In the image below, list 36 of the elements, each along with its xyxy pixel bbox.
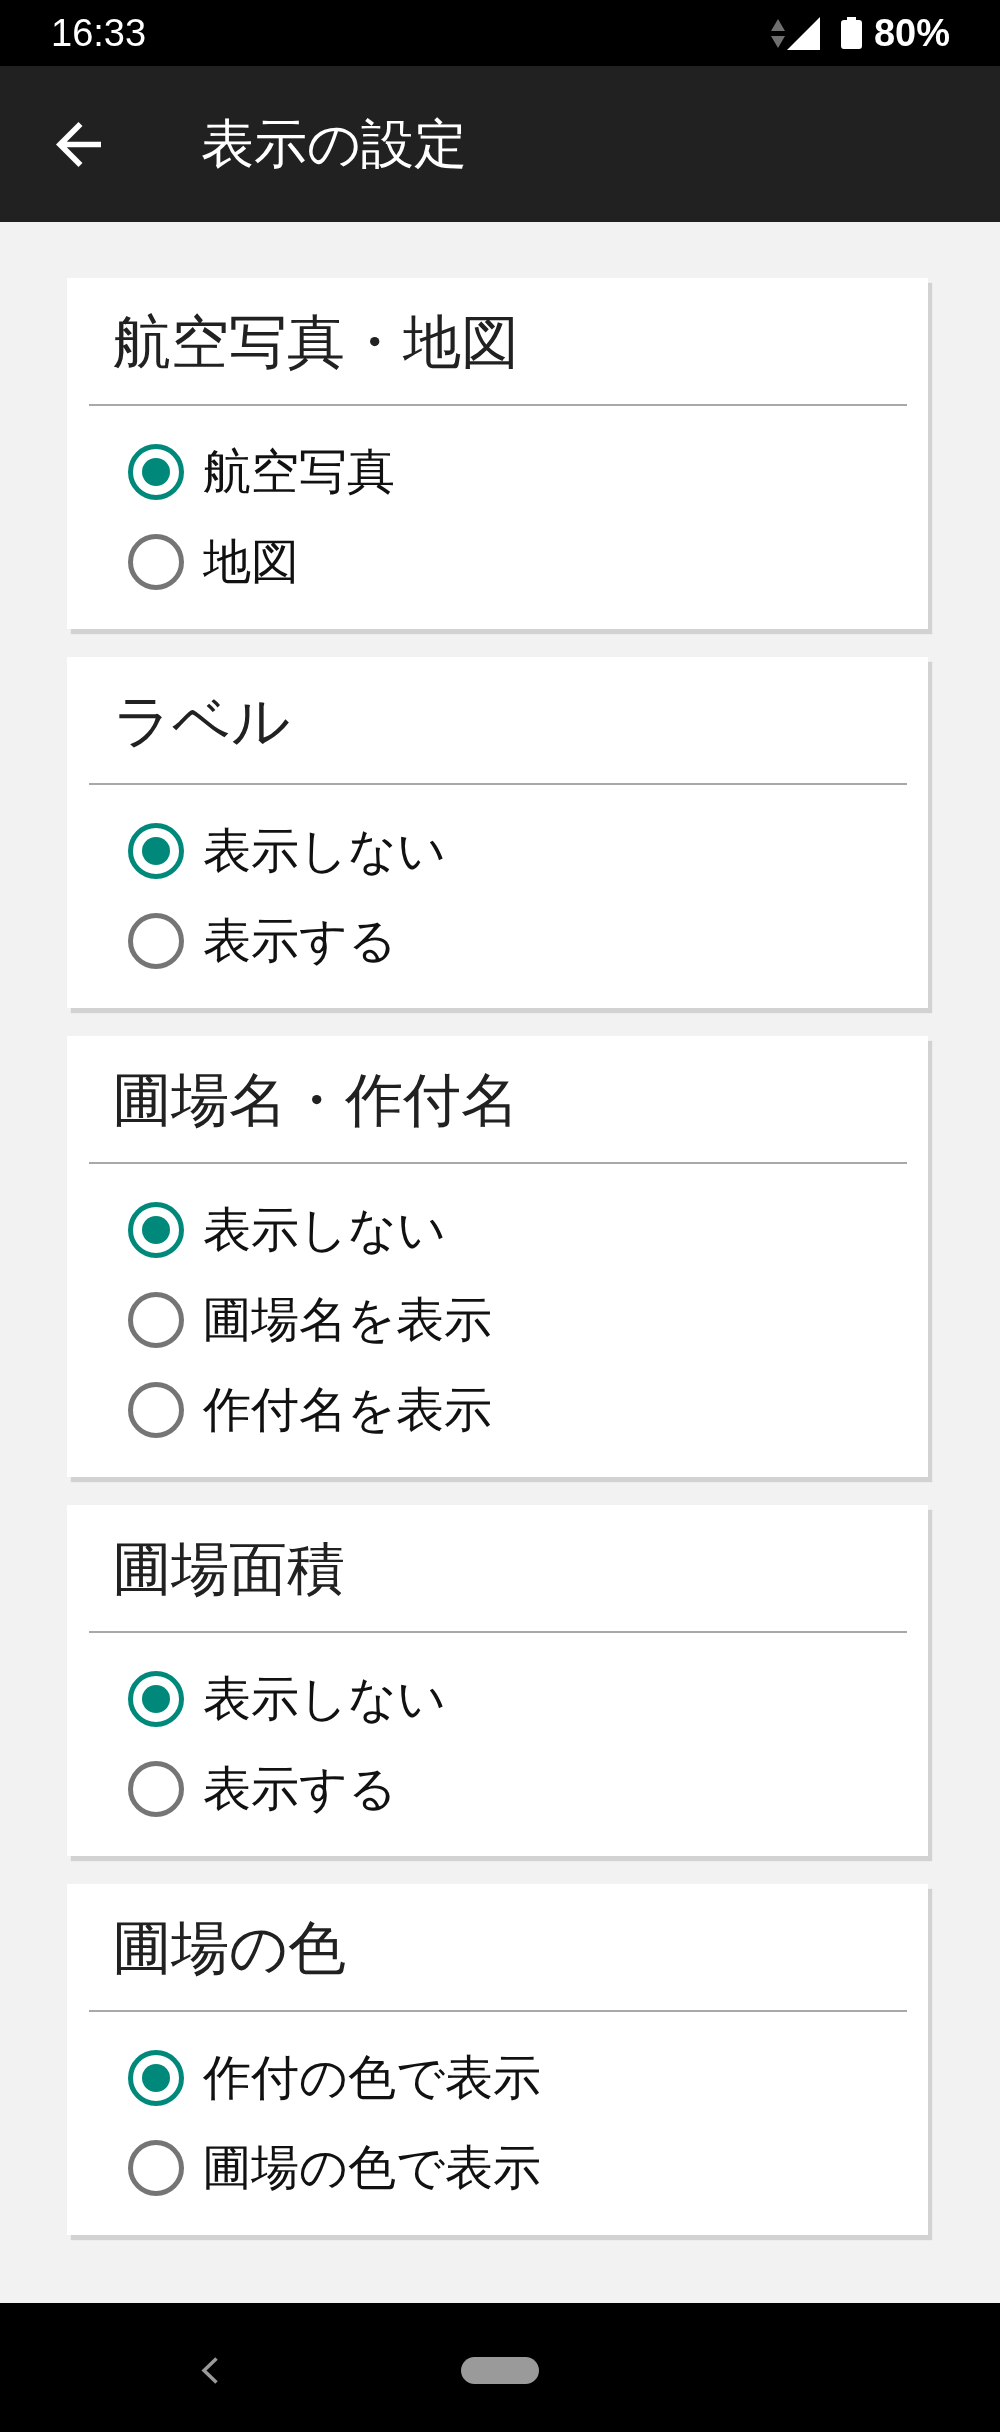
back-arrow-icon[interactable] <box>56 121 101 167</box>
radio-button[interactable] <box>128 1671 184 1727</box>
battery-percent: 80% <box>873 14 950 52</box>
option-label[interactable]: 航空写真 <box>203 443 395 501</box>
section-title: 圃場の色 <box>113 1914 346 1982</box>
radio-button[interactable] <box>128 1202 184 1258</box>
radio-button[interactable] <box>128 1292 184 1348</box>
screen-title: 表示の設定 <box>201 113 467 176</box>
option-label[interactable]: 表示する <box>203 1760 397 1818</box>
option-label[interactable]: 作付の色で表示 <box>203 2049 541 2107</box>
section-title: 圃場名・作付名 <box>113 1066 519 1134</box>
radio-button[interactable] <box>128 913 184 969</box>
radio-button[interactable] <box>128 2050 184 2106</box>
signal-icon <box>786 16 820 50</box>
radio-button[interactable] <box>128 2140 184 2196</box>
option-label[interactable]: 地図 <box>203 533 299 591</box>
data-arrows-icon <box>770 18 785 48</box>
option-label[interactable]: 作付名を表示 <box>203 1381 492 1439</box>
radio-button[interactable] <box>128 1382 184 1438</box>
option-label[interactable]: 圃場の色で表示 <box>203 2139 541 2197</box>
status-time: 16:33 <box>51 14 147 52</box>
option-label[interactable]: 表示しない <box>203 822 446 880</box>
battery-icon <box>840 17 862 49</box>
section-title: 航空写真・地図 <box>113 308 519 376</box>
radio-button[interactable] <box>128 823 184 879</box>
radio-button[interactable] <box>128 1761 184 1817</box>
section-title: 圃場面積 <box>113 1535 345 1603</box>
option-label[interactable]: 表示する <box>203 912 397 970</box>
section-title: ラベル <box>113 687 290 755</box>
radio-button[interactable] <box>128 444 184 500</box>
option-label[interactable]: 表示しない <box>203 1670 446 1728</box>
back-chevron-icon[interactable] <box>201 2356 218 2384</box>
radio-button[interactable] <box>128 534 184 590</box>
option-label[interactable]: 圃場名を表示 <box>203 1291 492 1349</box>
home-pill[interactable] <box>461 2356 539 2384</box>
option-label[interactable]: 表示しない <box>203 1201 446 1259</box>
